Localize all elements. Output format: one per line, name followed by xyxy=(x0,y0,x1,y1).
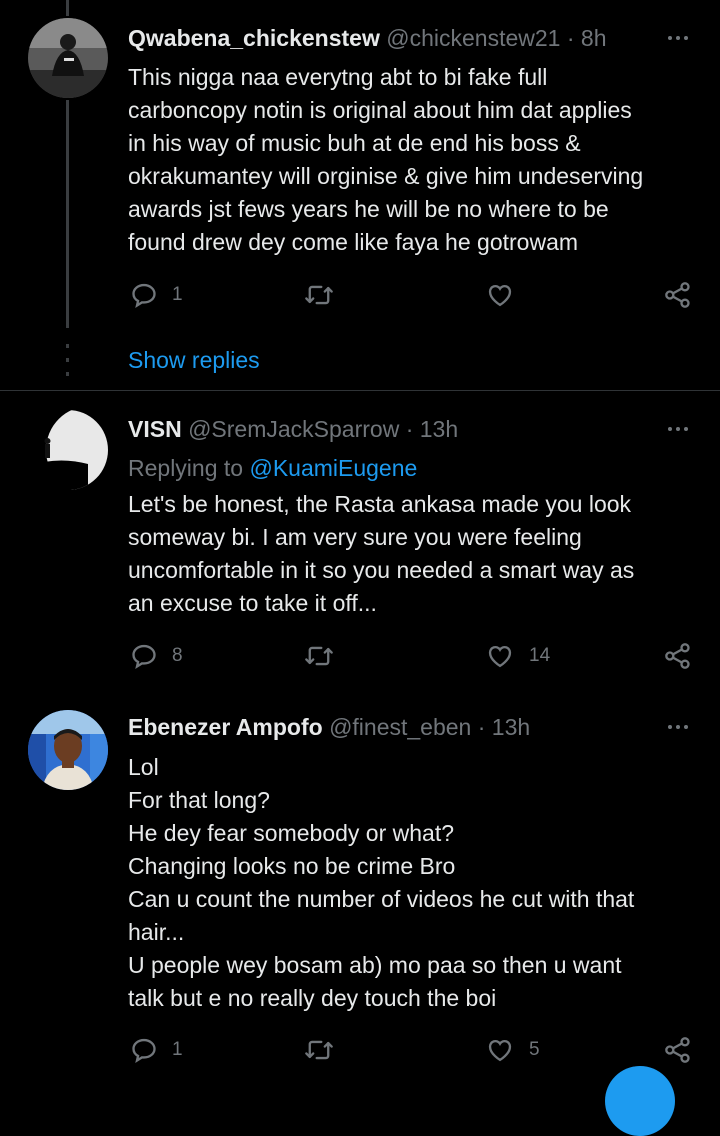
tweet-text: Lol For that long? He dey fear somebody … xyxy=(128,751,698,1015)
like-button[interactable] xyxy=(485,279,529,311)
avatar[interactable] xyxy=(28,710,108,790)
tweet-text-line: in his way of music buh at de end his bo… xyxy=(128,130,581,156)
replying-label: Replying to xyxy=(128,455,244,481)
tweet-actions: 1 xyxy=(128,279,698,311)
retweet-button[interactable] xyxy=(304,279,348,311)
tweet-text-line: For that long? xyxy=(128,787,270,813)
share-button[interactable] xyxy=(664,1034,692,1066)
tweet-text-line: U people wey bosam ab) mo paa so then u … xyxy=(128,952,622,978)
display-name[interactable]: VISN xyxy=(128,416,182,442)
retweet-button[interactable] xyxy=(304,1034,348,1066)
more-icon[interactable] xyxy=(660,24,696,52)
separator: · xyxy=(566,25,575,51)
tweet-text-line: okrakumantey will orginise & give him un… xyxy=(128,163,644,189)
tweet-text-line: talk but e no really dey touch the boi xyxy=(128,985,497,1011)
thread-line-top xyxy=(66,0,69,16)
tweet-header: Ebenezer Ampofo @finest_eben · 13h xyxy=(128,713,530,741)
tweet-header: VISN @SremJackSparrow · 13h xyxy=(128,415,458,443)
separator: · xyxy=(477,714,486,740)
retweet-button[interactable] xyxy=(304,640,348,672)
tweet-text: This nigga naa everytng abt to bi fake f… xyxy=(128,61,698,259)
reply-button[interactable]: 8 xyxy=(130,640,183,672)
username[interactable]: @SremJackSparrow xyxy=(188,416,399,442)
avatar[interactable] xyxy=(28,410,108,490)
like-count: 14 xyxy=(529,645,551,666)
display-name[interactable]: Qwabena_chickenstew xyxy=(128,25,380,51)
mention-link[interactable]: @KuamiEugene xyxy=(249,455,417,481)
show-replies-link[interactable]: Show replies xyxy=(128,346,260,374)
reply-icon xyxy=(132,1038,156,1063)
share-button[interactable] xyxy=(664,640,692,672)
tweet-text-line: found drew dey come like faya he gotrowa… xyxy=(128,229,579,255)
share-button[interactable] xyxy=(664,279,692,311)
like-button[interactable]: 5 xyxy=(485,1034,540,1066)
reply-count: 1 xyxy=(172,284,183,305)
retweet-icon xyxy=(305,1040,333,1060)
tweet-text-line: He dey fear somebody or what? xyxy=(128,820,455,846)
thread-line xyxy=(66,100,69,328)
heart-icon xyxy=(488,284,512,307)
tweet-text-line: uncomfortable in it so you needed a smar… xyxy=(128,557,635,583)
divider xyxy=(0,390,720,391)
retweet-icon xyxy=(305,646,333,666)
like-count: 5 xyxy=(529,1039,540,1060)
tweet-text: Let's be honest, the Rasta ankasa made y… xyxy=(128,488,698,620)
tweet-text-line: This nigga naa everytng abt to bi fake f… xyxy=(128,64,548,90)
tweet-text-line: awards jst fews years he will be no wher… xyxy=(128,196,609,222)
thread-continuation xyxy=(66,344,69,376)
tweet-text-line: Can u count the number of videos he cut … xyxy=(128,886,635,912)
display-name[interactable]: Ebenezer Ampofo xyxy=(128,714,323,740)
like-button[interactable]: 14 xyxy=(485,640,550,672)
tweet-text-line: Changing looks no be crime Bro xyxy=(128,853,456,879)
tweet-actions: 8 14 xyxy=(128,640,698,672)
more-icon[interactable] xyxy=(660,713,696,741)
tweet-header: Qwabena_chickenstew @chickenstew21 · 8h xyxy=(128,24,607,52)
reply-icon xyxy=(132,283,156,308)
more-icon[interactable] xyxy=(660,415,696,443)
timestamp[interactable]: 13h xyxy=(420,416,458,442)
username[interactable]: @finest_eben xyxy=(329,714,471,740)
reply-count: 1 xyxy=(172,1039,183,1060)
tweet-text-line: hair... xyxy=(128,919,185,945)
timestamp[interactable]: 8h xyxy=(581,25,607,51)
share-icon xyxy=(665,282,690,308)
avatar[interactable] xyxy=(28,18,108,98)
compose-button[interactable] xyxy=(605,1066,675,1136)
reply-button[interactable]: 1 xyxy=(130,279,183,311)
replying-to: Replying to @KuamiEugene xyxy=(128,454,417,482)
reply-icon xyxy=(132,644,156,669)
tweet-text-line: Let's be honest, the Rasta ankasa made y… xyxy=(128,491,632,517)
heart-icon xyxy=(488,1039,512,1062)
retweet-icon xyxy=(305,285,333,305)
tweet-text-line: someway bi. I am very sure you were feel… xyxy=(128,524,582,550)
separator: · xyxy=(405,416,414,442)
heart-icon xyxy=(488,645,512,668)
timestamp[interactable]: 13h xyxy=(492,714,530,740)
reply-count: 8 xyxy=(172,645,183,666)
tweet-text-line: carboncopy notin is original about him d… xyxy=(128,97,632,123)
tweet-actions: 1 5 xyxy=(128,1034,698,1066)
reply-button[interactable]: 1 xyxy=(130,1034,183,1066)
username[interactable]: @chickenstew21 xyxy=(386,25,560,51)
tweet-text-line: an excuse to take it off... xyxy=(128,590,377,616)
share-icon xyxy=(665,643,690,669)
tweet-text-line: Lol xyxy=(128,754,159,780)
share-icon xyxy=(665,1037,690,1063)
